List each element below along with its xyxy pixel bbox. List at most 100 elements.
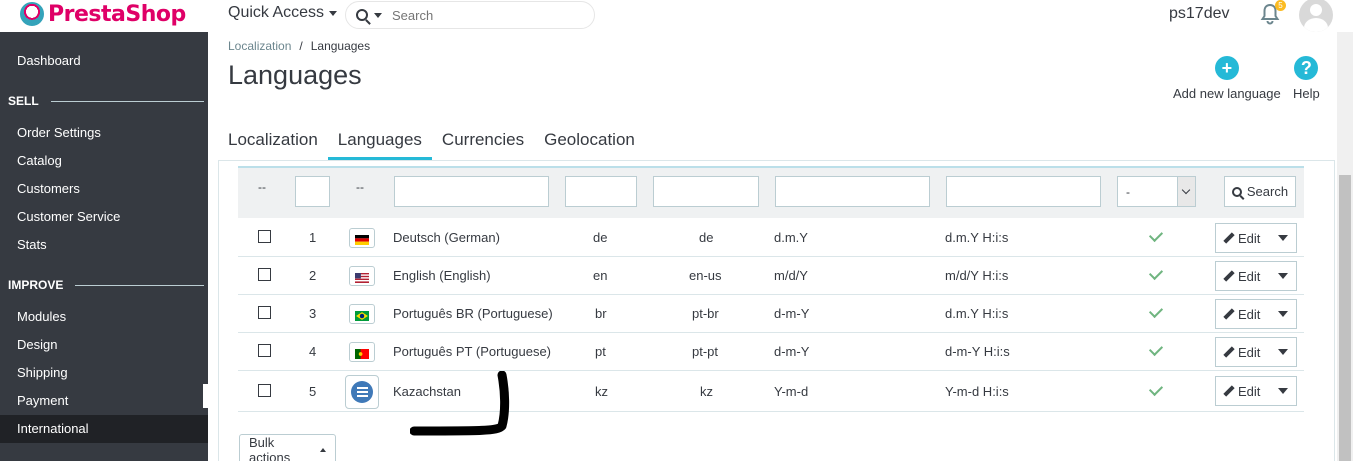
de-flag-icon xyxy=(349,228,375,248)
annotation-scribble xyxy=(410,371,510,436)
top-header: PrestaShop Quick Access ps17dev 5 xyxy=(0,0,1353,32)
row-actions-dropdown[interactable] xyxy=(1270,300,1296,328)
table-row: 4 Português PT (Portuguese) pt pt-pt d-m… xyxy=(238,333,1304,371)
sidebar-item-stats[interactable]: Stats xyxy=(0,231,208,259)
row-checkbox[interactable] xyxy=(258,306,271,319)
language-date-format: m/d/Y xyxy=(774,268,808,283)
active-item-indicator xyxy=(203,384,208,408)
sidebar-item-dashboard[interactable]: Dashboard xyxy=(0,47,208,75)
sidebar-item-international[interactable]: International xyxy=(0,415,208,443)
row-actions-dropdown[interactable] xyxy=(1270,338,1296,366)
caret-down-icon xyxy=(1278,388,1288,394)
filter-date-full-input[interactable] xyxy=(946,176,1101,207)
scrollbar-thumb[interactable] xyxy=(1339,175,1351,461)
page-scrollbar[interactable] xyxy=(1337,32,1353,461)
chevron-down-icon[interactable] xyxy=(374,12,382,18)
help-button[interactable]: ? Help xyxy=(1293,56,1320,101)
enabled-check-icon[interactable] xyxy=(1148,381,1164,397)
page-title: Languages xyxy=(228,60,362,90)
caret-down-icon xyxy=(1278,349,1288,355)
edit-button-group: Edit xyxy=(1215,223,1297,253)
filter-bulk-dash: -- xyxy=(258,180,266,194)
enabled-check-icon[interactable] xyxy=(1148,303,1164,319)
enabled-check-icon[interactable] xyxy=(1148,265,1164,281)
add-new-language-label: Add new language xyxy=(1173,86,1281,101)
search-icon[interactable] xyxy=(356,9,368,21)
section-label: IMPROVE xyxy=(8,278,64,292)
row-checkbox[interactable] xyxy=(258,230,271,243)
sidebar-item-design[interactable]: Design xyxy=(0,331,208,359)
language-code: pt-br xyxy=(692,306,719,321)
sidebar-item-order-settings[interactable]: Order Settings xyxy=(0,119,208,147)
help-label: Help xyxy=(1293,86,1320,101)
edit-button-group: Edit xyxy=(1215,299,1297,329)
row-checkbox[interactable] xyxy=(258,384,271,397)
add-new-language-button[interactable]: + Add new language xyxy=(1173,56,1281,101)
enabled-check-icon[interactable] xyxy=(1148,227,1164,243)
language-date-format: d-m-Y xyxy=(774,344,810,359)
bulk-actions-label: Bulk actions xyxy=(249,435,291,461)
tab-geolocation[interactable]: Geolocation xyxy=(534,130,645,160)
language-date-full: d.m.Y H:i:s xyxy=(945,230,1009,245)
section-divider xyxy=(75,284,204,286)
language-date-full: d.m.Y H:i:s xyxy=(945,306,1009,321)
pencil-icon xyxy=(1224,309,1234,319)
sidebar-item-customers[interactable]: Customers xyxy=(0,175,208,203)
sidebar-item-modules[interactable]: Modules xyxy=(0,303,208,331)
edit-button[interactable]: Edit xyxy=(1238,269,1260,284)
filter-date-format-input[interactable] xyxy=(775,176,930,207)
language-name: Deutsch (German) xyxy=(393,230,500,245)
language-iso: br xyxy=(595,306,607,321)
row-actions-dropdown[interactable] xyxy=(1270,224,1296,252)
breadcrumb: Localization / Languages xyxy=(228,39,370,53)
breadcrumb-link-localization[interactable]: Localization xyxy=(228,39,291,53)
shop-name-link[interactable]: ps17dev xyxy=(1169,5,1230,23)
filter-id-input[interactable] xyxy=(295,176,330,207)
enabled-check-icon[interactable] xyxy=(1148,341,1164,357)
caret-down-icon xyxy=(1278,311,1288,317)
tab-currencies[interactable]: Currencies xyxy=(432,130,534,160)
filter-search-button[interactable]: Search xyxy=(1224,176,1296,207)
table-row: 1 Deutsch (German) de de d.m.Y d.m.Y H:i… xyxy=(238,219,1304,257)
filter-enabled-select[interactable]: - xyxy=(1117,176,1196,207)
sidebar-item-shipping[interactable]: Shipping xyxy=(0,359,208,387)
tab-localization[interactable]: Localization xyxy=(218,130,328,160)
us-flag-icon xyxy=(349,266,375,286)
tab-languages[interactable]: Languages xyxy=(327,130,432,160)
filter-language-code-input[interactable] xyxy=(653,176,759,207)
filter-name-input[interactable] xyxy=(394,176,549,207)
chevron-down-icon xyxy=(1177,177,1195,206)
employee-avatar[interactable] xyxy=(1299,0,1333,32)
header-search-input[interactable] xyxy=(392,7,562,23)
search-button-label: Search xyxy=(1246,184,1289,199)
quick-access-menu[interactable]: Quick Access xyxy=(228,4,338,22)
table-row: 3 Português BR (Portuguese) br pt-br d-m… xyxy=(238,295,1304,333)
generic-language-icon xyxy=(345,375,379,409)
table-row: 5 Kazachstan kz kz Y-m-d Y-m-d H:i:s Edi… xyxy=(238,371,1304,412)
bulk-actions-button[interactable]: Bulk actions xyxy=(239,434,336,461)
edit-button[interactable]: Edit xyxy=(1238,231,1260,246)
filter-enabled-value: - xyxy=(1126,185,1130,199)
language-id: 4 xyxy=(309,344,317,359)
row-actions-dropdown[interactable] xyxy=(1270,377,1296,405)
quick-access-label: Quick Access xyxy=(228,4,325,21)
language-code: de xyxy=(699,230,714,245)
language-name: Português BR (Portuguese) xyxy=(393,306,553,321)
table-row: 2 English (English) en en-us m/d/Y m/d/Y… xyxy=(238,257,1304,295)
edit-button-group: Edit xyxy=(1215,261,1297,291)
filter-iso-input[interactable] xyxy=(565,176,637,207)
prestashop-logo[interactable]: PrestaShop xyxy=(20,1,186,27)
row-checkbox[interactable] xyxy=(258,268,271,281)
row-actions-dropdown[interactable] xyxy=(1270,262,1296,290)
edit-button[interactable]: Edit xyxy=(1238,345,1260,360)
breadcrumb-separator: / xyxy=(299,39,303,53)
row-checkbox[interactable] xyxy=(258,344,271,357)
edit-button[interactable]: Edit xyxy=(1238,307,1260,322)
sidebar-item-catalog[interactable]: Catalog xyxy=(0,147,208,175)
pencil-icon xyxy=(1224,386,1234,396)
list-lines-icon xyxy=(351,381,373,403)
sidebar-item-customer-service[interactable]: Customer Service xyxy=(0,203,208,231)
language-id: 3 xyxy=(309,306,317,321)
edit-button[interactable]: Edit xyxy=(1238,384,1260,399)
sidebar-item-payment[interactable]: Payment xyxy=(0,387,208,415)
